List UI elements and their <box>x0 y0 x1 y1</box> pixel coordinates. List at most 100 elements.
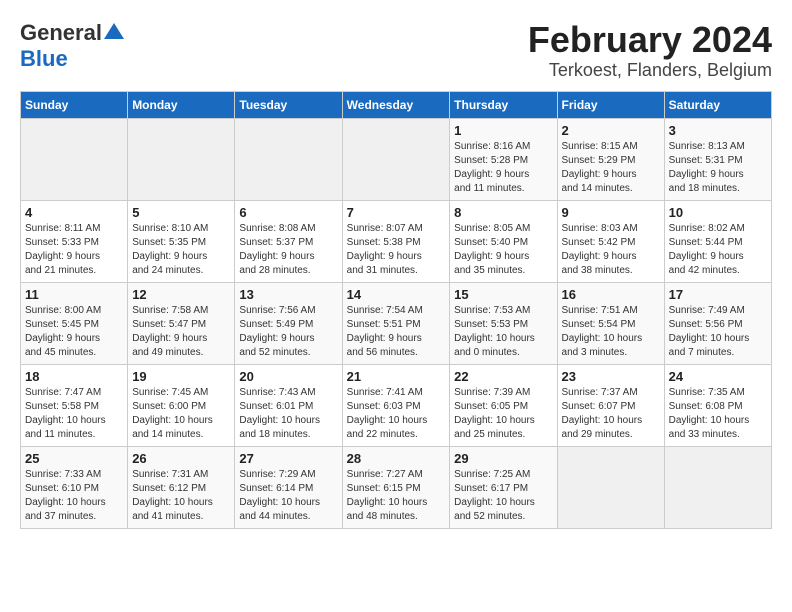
day-info: Sunrise: 7:49 AM Sunset: 5:56 PM Dayligh… <box>669 304 767 360</box>
day-number: 1 <box>454 123 552 138</box>
weekday-header: Friday <box>557 91 664 118</box>
calendar-cell: 22Sunrise: 7:39 AM Sunset: 6:05 PM Dayli… <box>450 364 557 446</box>
day-number: 6 <box>239 205 337 220</box>
day-number: 19 <box>132 369 230 384</box>
calendar-cell: 10 Sunrise: 8:02 AM Sunset: 5:44 PM Dayli… <box>664 200 771 282</box>
weekday-header: Sunday <box>21 91 128 118</box>
calendar-cell: 28 Sunrise: 7:27 AM Sunset: 6:15 PM Dayli… <box>342 446 450 528</box>
day-number: 28 <box>347 451 446 466</box>
logo-triangle-icon <box>104 21 124 41</box>
day-info: Sunrise: 7:41 AM Sunset: 6:03 PM Dayligh… <box>347 386 446 442</box>
calendar-cell: 29 Sunrise: 7:25 AM Sunset: 6:17 PM Dayli… <box>450 446 557 528</box>
calendar-cell: 14 Sunrise: 7:54 AM Sunset: 5:51 PM Dayli… <box>342 282 450 364</box>
day-number: 23 <box>562 369 660 384</box>
logo-text-general: General <box>20 20 102 46</box>
day-number: 16 <box>562 287 660 302</box>
calendar-table: SundayMondayTuesdayWednesdayThursdayFrid… <box>20 91 772 529</box>
day-info: Sunrise: 8:07 AM Sunset: 5:38 PM Dayligh… <box>347 222 446 278</box>
calendar-cell: 8 Sunrise: 8:05 AM Sunset: 5:40 PM Daylig… <box>450 200 557 282</box>
calendar-cell: 16 Sunrise: 7:51 AM Sunset: 5:54 PM Dayli… <box>557 282 664 364</box>
calendar-cell: 23 Sunrise: 7:37 AM Sunset: 6:07 PM Dayli… <box>557 364 664 446</box>
day-info: Sunrise: 8:08 AM Sunset: 5:37 PM Dayligh… <box>239 222 337 278</box>
day-info: Sunrise: 7:31 AM Sunset: 6:12 PM Dayligh… <box>132 468 230 524</box>
day-info: Sunrise: 8:16 AM Sunset: 5:28 PM Dayligh… <box>454 140 552 196</box>
weekday-header: Monday <box>128 91 235 118</box>
day-info: Sunrise: 7:33 AM Sunset: 6:10 PM Dayligh… <box>25 468 123 524</box>
day-number: 4 <box>25 205 123 220</box>
logo-text-blue: Blue <box>20 46 68 71</box>
day-info: Sunrise: 7:58 AM Sunset: 5:47 PM Dayligh… <box>132 304 230 360</box>
day-info: Sunrise: 8:15 AM Sunset: 5:29 PM Dayligh… <box>562 140 660 196</box>
calendar-cell: 3 Sunrise: 8:13 AM Sunset: 5:31 PM Daylig… <box>664 118 771 200</box>
calendar-cell: 5 Sunrise: 8:10 AM Sunset: 5:35 PM Daylig… <box>128 200 235 282</box>
calendar-cell: 2 Sunrise: 8:15 AM Sunset: 5:29 PM Daylig… <box>557 118 664 200</box>
calendar-cell: 11 Sunrise: 8:00 AM Sunset: 5:45 PM Dayli… <box>21 282 128 364</box>
day-info: Sunrise: 7:27 AM Sunset: 6:15 PM Dayligh… <box>347 468 446 524</box>
day-info: Sunrise: 7:56 AM Sunset: 5:49 PM Dayligh… <box>239 304 337 360</box>
day-number: 14 <box>347 287 446 302</box>
day-number: 26 <box>132 451 230 466</box>
day-info: Sunrise: 8:10 AM Sunset: 5:35 PM Dayligh… <box>132 222 230 278</box>
day-info: Sunrise: 7:37 AM Sunset: 6:07 PM Dayligh… <box>562 386 660 442</box>
day-info: Sunrise: 8:13 AM Sunset: 5:31 PM Dayligh… <box>669 140 767 196</box>
day-info: Sunrise: 8:02 AM Sunset: 5:44 PM Dayligh… <box>669 222 767 278</box>
day-info: Sunrise: 7:45 AM Sunset: 6:00 PM Dayligh… <box>132 386 230 442</box>
day-number: 17 <box>669 287 767 302</box>
calendar-cell <box>128 118 235 200</box>
day-number: 3 <box>669 123 767 138</box>
calendar-cell: 21 Sunrise: 7:41 AM Sunset: 6:03 PM Dayli… <box>342 364 450 446</box>
calendar-cell: 24 Sunrise: 7:35 AM Sunset: 6:08 PM Dayli… <box>664 364 771 446</box>
calendar-cell: 26 Sunrise: 7:31 AM Sunset: 6:12 PM Dayli… <box>128 446 235 528</box>
calendar-cell: 25 Sunrise: 7:33 AM Sunset: 6:10 PM Dayli… <box>21 446 128 528</box>
day-number: 11 <box>25 287 123 302</box>
calendar-cell: 17 Sunrise: 7:49 AM Sunset: 5:56 PM Dayli… <box>664 282 771 364</box>
logo: General Blue <box>20 20 124 72</box>
calendar-cell <box>235 118 342 200</box>
day-info: Sunrise: 7:43 AM Sunset: 6:01 PM Dayligh… <box>239 386 337 442</box>
day-info: Sunrise: 8:05 AM Sunset: 5:40 PM Dayligh… <box>454 222 552 278</box>
day-info: Sunrise: 7:53 AM Sunset: 5:53 PM Dayligh… <box>454 304 552 360</box>
day-number: 21 <box>347 369 446 384</box>
calendar-cell <box>21 118 128 200</box>
calendar-cell: 13 Sunrise: 7:56 AM Sunset: 5:49 PM Dayli… <box>235 282 342 364</box>
page-title: February 2024 <box>528 20 772 60</box>
day-info: Sunrise: 7:25 AM Sunset: 6:17 PM Dayligh… <box>454 468 552 524</box>
calendar-cell: 4 Sunrise: 8:11 AM Sunset: 5:33 PM Daylig… <box>21 200 128 282</box>
day-number: 9 <box>562 205 660 220</box>
day-number: 15 <box>454 287 552 302</box>
day-number: 8 <box>454 205 552 220</box>
day-number: 20 <box>239 369 337 384</box>
calendar-cell: 15 Sunrise: 7:53 AM Sunset: 5:53 PM Dayli… <box>450 282 557 364</box>
weekday-header: Saturday <box>664 91 771 118</box>
day-number: 13 <box>239 287 337 302</box>
day-info: Sunrise: 7:51 AM Sunset: 5:54 PM Dayligh… <box>562 304 660 360</box>
day-number: 18 <box>25 369 123 384</box>
day-info: Sunrise: 7:35 AM Sunset: 6:08 PM Dayligh… <box>669 386 767 442</box>
day-number: 25 <box>25 451 123 466</box>
day-number: 2 <box>562 123 660 138</box>
page-header: General Blue February 2024 Terkoest, Fla… <box>20 20 772 81</box>
day-info: Sunrise: 8:03 AM Sunset: 5:42 PM Dayligh… <box>562 222 660 278</box>
day-number: 10 <box>669 205 767 220</box>
day-number: 5 <box>132 205 230 220</box>
day-number: 29 <box>454 451 552 466</box>
calendar-cell <box>664 446 771 528</box>
calendar-cell: 19 Sunrise: 7:45 AM Sunset: 6:00 PM Dayli… <box>128 364 235 446</box>
calendar-cell <box>342 118 450 200</box>
day-info: Sunrise: 8:11 AM Sunset: 5:33 PM Dayligh… <box>25 222 123 278</box>
day-info: Sunrise: 8:00 AM Sunset: 5:45 PM Dayligh… <box>25 304 123 360</box>
day-info: Sunrise: 7:47 AM Sunset: 5:58 PM Dayligh… <box>25 386 123 442</box>
day-info: Sunrise: 7:54 AM Sunset: 5:51 PM Dayligh… <box>347 304 446 360</box>
calendar-cell: 7Sunrise: 8:07 AM Sunset: 5:38 PM Daylig… <box>342 200 450 282</box>
calendar-cell: 1 Sunrise: 8:16 AM Sunset: 5:28 PM Daylig… <box>450 118 557 200</box>
calendar-cell: 6 Sunrise: 8:08 AM Sunset: 5:37 PM Daylig… <box>235 200 342 282</box>
weekday-header: Wednesday <box>342 91 450 118</box>
calendar-cell: 27Sunrise: 7:29 AM Sunset: 6:14 PM Dayli… <box>235 446 342 528</box>
title-block: February 2024 Terkoest, Flanders, Belgiu… <box>528 20 772 81</box>
weekday-header: Tuesday <box>235 91 342 118</box>
calendar-cell: 9 Sunrise: 8:03 AM Sunset: 5:42 PM Daylig… <box>557 200 664 282</box>
day-number: 22 <box>454 369 552 384</box>
day-number: 27 <box>239 451 337 466</box>
day-number: 24 <box>669 369 767 384</box>
calendar-cell: 12Sunrise: 7:58 AM Sunset: 5:47 PM Dayli… <box>128 282 235 364</box>
